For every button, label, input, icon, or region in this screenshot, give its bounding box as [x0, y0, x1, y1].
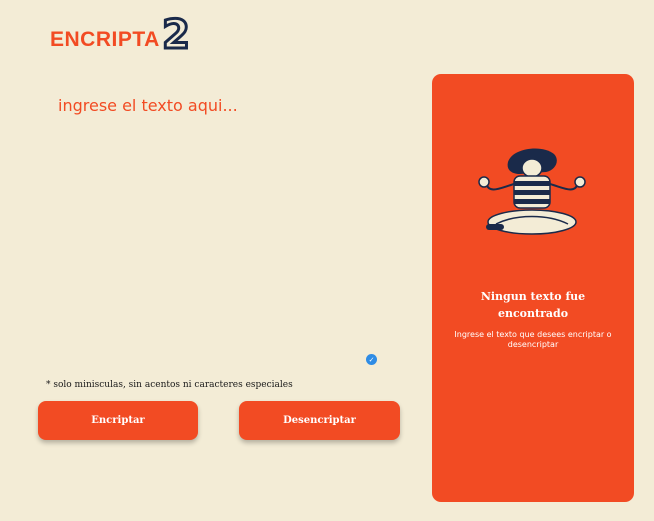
meditating-person-illustration — [478, 148, 586, 235]
decrypt-button[interactable]: Desencriptar — [239, 401, 400, 440]
grammarly-check-icon[interactable]: ✓ — [366, 354, 377, 365]
text-input[interactable] — [58, 96, 388, 346]
empty-state-subtitle: Ingrese el texto que desees encriptar o … — [454, 330, 612, 349]
logo-text: ENCRIPTA — [50, 28, 160, 51]
input-hint: * solo minisculas, sin acentos ni caract… — [46, 380, 293, 390]
empty-state-title: Ningun texto fue encontrado — [480, 290, 586, 320]
logo: ENCRIPTA 2 — [50, 12, 194, 56]
logo-mark-icon: 2 — [160, 12, 191, 56]
logo-mark-text: 2 — [162, 12, 190, 56]
encrypt-button[interactable]: Encriptar — [38, 401, 198, 440]
result-panel: Ningun texto fue encontrado Ingrese el t… — [432, 74, 634, 502]
